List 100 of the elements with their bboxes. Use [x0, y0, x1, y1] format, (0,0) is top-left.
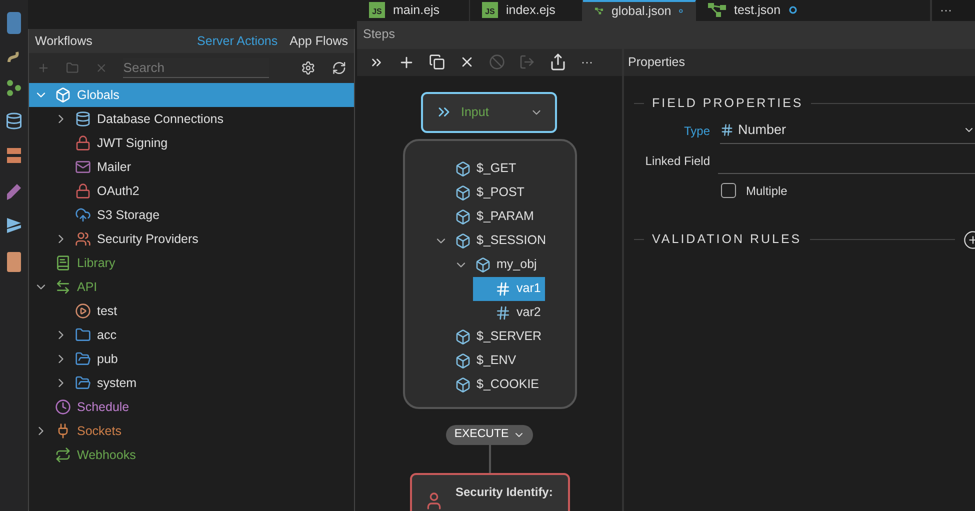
multiple-checkbox[interactable]	[721, 183, 736, 198]
tree-item[interactable]: Webhooks	[29, 443, 354, 467]
editor-tab[interactable]: test.json	[696, 0, 931, 21]
mail-icon	[75, 159, 91, 175]
tree-item-label: Mailer	[97, 158, 132, 176]
input-node[interactable]: Input	[421, 92, 557, 133]
copy-icon[interactable]	[429, 54, 445, 70]
panel-title: Properties	[628, 54, 685, 71]
tree-item-label: Globals	[77, 86, 120, 104]
tree-item[interactable]: JWT Signing	[29, 131, 354, 155]
tree-item[interactable]: my_obj	[452, 252, 541, 277]
object-icon	[454, 328, 470, 345]
editor-tab[interactable]: JS main.ejs	[357, 0, 470, 21]
tree-item[interactable]: Library	[29, 251, 354, 275]
tree-item[interactable]: acc	[29, 323, 354, 347]
panel-link[interactable]: Server Actions	[197, 32, 278, 50]
step-node[interactable]: Security Identify:	[410, 472, 570, 511]
node-label: Security Identify:	[456, 484, 553, 501]
tree-item[interactable]: Schedule	[29, 395, 354, 419]
tree-item-label: $_GET	[476, 160, 516, 178]
refresh-icon[interactable]	[332, 59, 346, 77]
export-icon[interactable]	[549, 53, 567, 72]
editor-tab[interactable]: JS index.ejs	[470, 0, 583, 21]
object-icon	[454, 184, 470, 201]
modified-dot-icon	[679, 7, 683, 16]
flow-icon[interactable]	[7, 80, 21, 96]
tree-item[interactable]: test	[29, 299, 354, 323]
database-icon[interactable]	[5, 112, 23, 130]
settings-icon[interactable]	[301, 59, 316, 77]
folder-open-icon	[75, 351, 91, 367]
tree-item[interactable]: $_SESSION	[432, 228, 550, 253]
tree-item[interactable]: Security Providers	[29, 227, 354, 251]
tree-item-label: $_COOKIE	[476, 376, 540, 394]
tab-label: index.ejs	[506, 2, 556, 19]
section-title: VALIDATION RULES	[652, 231, 802, 248]
tree-item[interactable]: S3 Storage	[29, 203, 354, 227]
field-label: Linked Field	[644, 152, 710, 170]
hash-icon	[720, 123, 734, 138]
object-icon	[454, 160, 470, 177]
editor-tab[interactable]: global.json	[583, 0, 696, 21]
tree-item[interactable]: $_COOKIE	[432, 372, 544, 397]
tree-item-label: $_SERVER	[476, 328, 542, 346]
tree-item-label: var1	[516, 280, 541, 298]
tree-item-label: acc	[97, 326, 116, 344]
js-file-icon: JS	[482, 2, 498, 18]
object-icon	[454, 232, 470, 249]
tree-item-label: Schedule	[77, 398, 130, 416]
pencil-icon[interactable]	[7, 182, 21, 200]
tree-item-label: Sockets	[77, 422, 122, 440]
tree-item[interactable]: $_GET	[432, 156, 520, 181]
webhooks-icon	[55, 447, 71, 463]
tree-item[interactable]: Sockets	[29, 419, 354, 443]
tree-item[interactable]: var2	[472, 300, 545, 325]
api-icon	[55, 279, 71, 295]
type-select[interactable]: Number	[720, 118, 975, 144]
users-icon	[75, 231, 91, 247]
execute-button[interactable]: EXECUTE	[446, 424, 533, 445]
tree-item[interactable]: API	[29, 275, 354, 299]
object-icon	[454, 376, 470, 393]
cloud-icon	[75, 207, 91, 223]
layers-icon[interactable]	[7, 216, 21, 234]
schedule-icon	[55, 399, 71, 415]
tree-item-label: API	[77, 278, 98, 296]
tree-item-label: system	[97, 374, 137, 392]
tab-label: test.json	[734, 2, 781, 19]
tree-item[interactable]: $_ENV	[432, 348, 520, 373]
tree-item-label: $_ENV	[476, 352, 516, 370]
database-icon	[75, 111, 91, 127]
object-icon	[454, 352, 470, 369]
tree-item-label: S3 Storage	[97, 206, 160, 224]
globals-icon	[55, 87, 71, 103]
folder-icon	[75, 327, 91, 343]
more-button[interactable]: ···	[581, 53, 593, 72]
tree-item[interactable]: pub	[29, 347, 354, 371]
tree-item[interactable]: Database Connections	[29, 107, 354, 131]
tab-label: main.ejs	[393, 2, 440, 19]
modified-dot-icon	[788, 6, 797, 14]
tree-item-label: pub	[97, 350, 118, 368]
tree-item-label: $_SESSION	[476, 232, 546, 250]
section-title: FIELD PROPERTIES	[652, 95, 804, 112]
number-icon	[494, 304, 510, 321]
tree-item[interactable]: system	[29, 371, 354, 395]
object-icon	[474, 256, 490, 273]
library-icon	[55, 255, 71, 271]
panel-title: Workflows	[35, 32, 94, 50]
tree-item-label: Webhooks	[77, 446, 136, 464]
tree-item-label: $_POST	[476, 184, 524, 202]
flow-file-icon	[708, 3, 726, 18]
js-file-icon: JS	[369, 2, 385, 18]
tree-item[interactable]: $_PARAM	[432, 204, 538, 229]
panel-link[interactable]: App Flows	[290, 32, 348, 50]
tree-item[interactable]: OAuth2	[29, 179, 354, 203]
lock-icon	[75, 183, 91, 199]
tree-item[interactable]: Mailer	[29, 155, 354, 179]
action-icon	[75, 303, 91, 319]
checkbox-label: Multiple	[746, 182, 788, 200]
panel-title: Steps	[363, 26, 395, 44]
tree-item[interactable]: $_POST	[432, 180, 528, 205]
tree-item[interactable]: $_SERVER	[432, 324, 546, 349]
tree-item-label: my_obj	[496, 256, 537, 274]
